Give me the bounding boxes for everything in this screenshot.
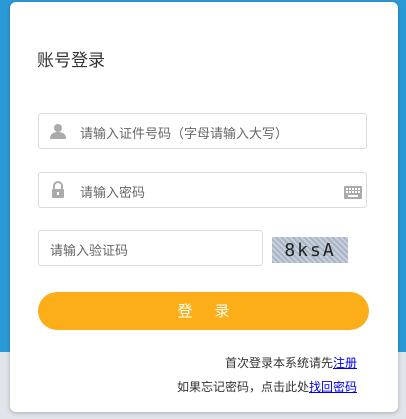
password-placeholder: 请输入密码 [80, 186, 146, 201]
id-number-placeholder: 请输入证件号码（字母请输入大写） [80, 127, 289, 142]
register-line: 首次登录本系统请先注册 [225, 354, 357, 371]
register-link[interactable]: 注册 [333, 356, 357, 370]
lock-icon [49, 181, 67, 199]
page-title: 账号登录 [37, 51, 105, 71]
login-button[interactable]: 登录 [38, 292, 369, 330]
forgot-line: 如果忘记密码，点击此处找回密码 [177, 378, 357, 395]
password-field[interactable]: 请输入密码 [38, 172, 367, 208]
captcha-placeholder: 请输入验证码 [50, 244, 129, 259]
user-icon [49, 122, 67, 140]
login-card: 账号登录 请输入证件号码（字母请输入大写） 请输入密码 请输入验证码 8ksA … [10, 2, 398, 412]
forgot-password-link[interactable]: 找回密码 [309, 380, 357, 394]
forgot-text: 如果忘记密码，点击此处 [176, 380, 309, 394]
captcha-image[interactable]: 8ksA [272, 237, 348, 263]
register-text: 首次登录本系统请先 [224, 356, 333, 370]
id-number-field[interactable]: 请输入证件号码（字母请输入大写） [38, 113, 367, 149]
keyboard-icon[interactable] [344, 184, 362, 199]
captcha-input[interactable]: 请输入验证码 [38, 230, 263, 266]
